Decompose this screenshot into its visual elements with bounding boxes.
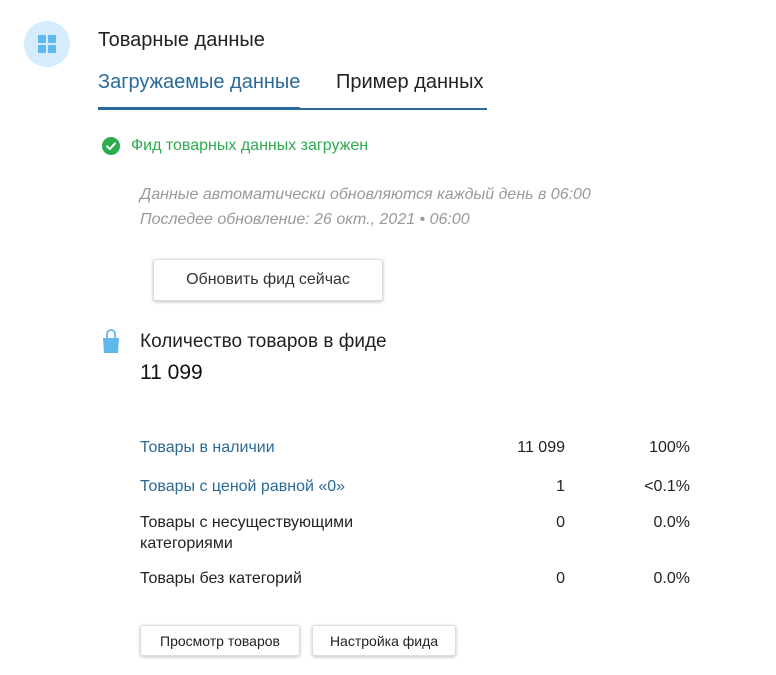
section-title: Товарные данные — [98, 29, 265, 51]
nonexistent-categories-label: Товары с несуществующими категориями — [140, 514, 354, 552]
tab-bar: Загружаемые данные Пример данных — [98, 70, 487, 110]
stat-percent: 0.0% — [653, 514, 690, 531]
tab-data-sample[interactable]: Пример данных — [336, 70, 483, 108]
view-products-button[interactable]: Просмотр товаров — [140, 625, 300, 656]
refresh-feed-button[interactable]: Обновить фид сейчас — [153, 259, 383, 301]
auto-update-info: Данные автоматически обновляются каждый … — [140, 186, 591, 203]
feed-data-panel: Товарные данные Загружаемые данные Приме… — [0, 0, 776, 675]
last-update-info: Последее обновление: 26 окт., 2021 • 06:… — [140, 211, 470, 228]
zero-price-link[interactable]: Товары с ценой равной «0» — [140, 476, 440, 497]
stat-count: 11 099 — [517, 439, 565, 456]
stat-percent: 100% — [649, 439, 690, 456]
stat-count: 1 — [556, 478, 565, 495]
status-text: Фид товарных данных загружен — [131, 137, 369, 154]
tab-uploaded-data[interactable]: Загружаемые данные — [98, 70, 301, 110]
stat-percent: 0.0% — [653, 570, 690, 587]
feed-status: Фид товарных данных загружен — [102, 137, 368, 155]
grid-icon — [24, 21, 70, 67]
shopping-bag-icon — [102, 328, 120, 359]
check-circle-icon — [102, 137, 120, 155]
stat-count: 0 — [556, 514, 565, 531]
products-count-value: 11 099 — [140, 361, 203, 384]
products-count-label: Количество товаров в фиде — [140, 331, 387, 352]
no-categories-label: Товары без категорий — [140, 570, 302, 587]
in-stock-link[interactable]: Товары в наличии — [140, 437, 440, 458]
feed-settings-button[interactable]: Настройка фида — [312, 625, 456, 656]
stat-count: 0 — [556, 570, 565, 587]
stat-percent: <0.1% — [644, 478, 690, 495]
